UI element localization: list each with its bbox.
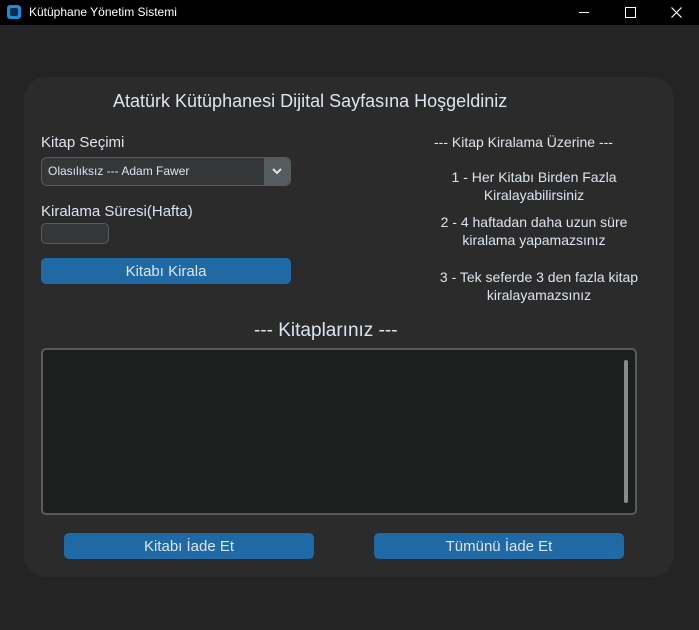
close-icon[interactable] [653,0,699,25]
window-title: Kütüphane Yönetim Sistemi [29,5,177,19]
books-list[interactable] [41,348,637,515]
book-select-label: Kitap Seçimi [41,134,125,151]
rule-line: 2 - 4 haftadan daha uzun süre [440,214,628,230]
rule-item-1: 1 - Her Kitabı Birden Fazla Kiralayabili… [404,168,664,204]
duration-input[interactable] [41,223,109,244]
minimize-icon[interactable] [561,0,607,25]
rule-line: 1 - Her Kitabı Birden Fazla [451,169,617,185]
rule-line: 3 - Tek seferde 3 den fazla kitap [439,269,639,285]
title-bar: Kütüphane Yönetim Sistemi [0,0,699,25]
dropdown-arrow-button[interactable] [264,158,290,185]
page-title: Atatürk Kütüphanesi Dijital Sayfasına Ho… [113,91,508,111]
rule-line: kiralama yapamazsınız [462,232,606,248]
return-all-button[interactable]: Tümünü İade Et [374,533,624,559]
return-book-button[interactable]: Kitabı İade Et [64,533,314,559]
main-panel: Atatürk Kütüphanesi Dijital Sayfasına Ho… [24,77,674,577]
rules-title: --- Kitap Kiralama Üzerine --- [434,134,613,150]
rule-item-2: 2 - 4 haftadan daha uzun süre kiralama y… [399,213,669,249]
list-scrollbar[interactable] [624,360,628,503]
rule-line: kiralayamazsınız [486,287,592,303]
book-select-value: Olasılıksız --- Adam Fawer [48,164,190,178]
rule-item-3: 3 - Tek seferde 3 den fazla kitap kirala… [399,268,679,304]
book-select-dropdown[interactable]: Olasılıksız --- Adam Fawer [41,157,291,186]
chevron-down-icon [272,168,282,175]
rent-book-button[interactable]: Kitabı Kirala [41,258,291,284]
duration-label: Kiralama Süresi(Hafta) [41,203,193,220]
app-icon [7,5,21,19]
maximize-icon[interactable] [607,0,653,25]
books-title: --- Kitaplarınız --- [254,320,398,341]
rule-line: Kiralayabilirsiniz [483,187,585,203]
